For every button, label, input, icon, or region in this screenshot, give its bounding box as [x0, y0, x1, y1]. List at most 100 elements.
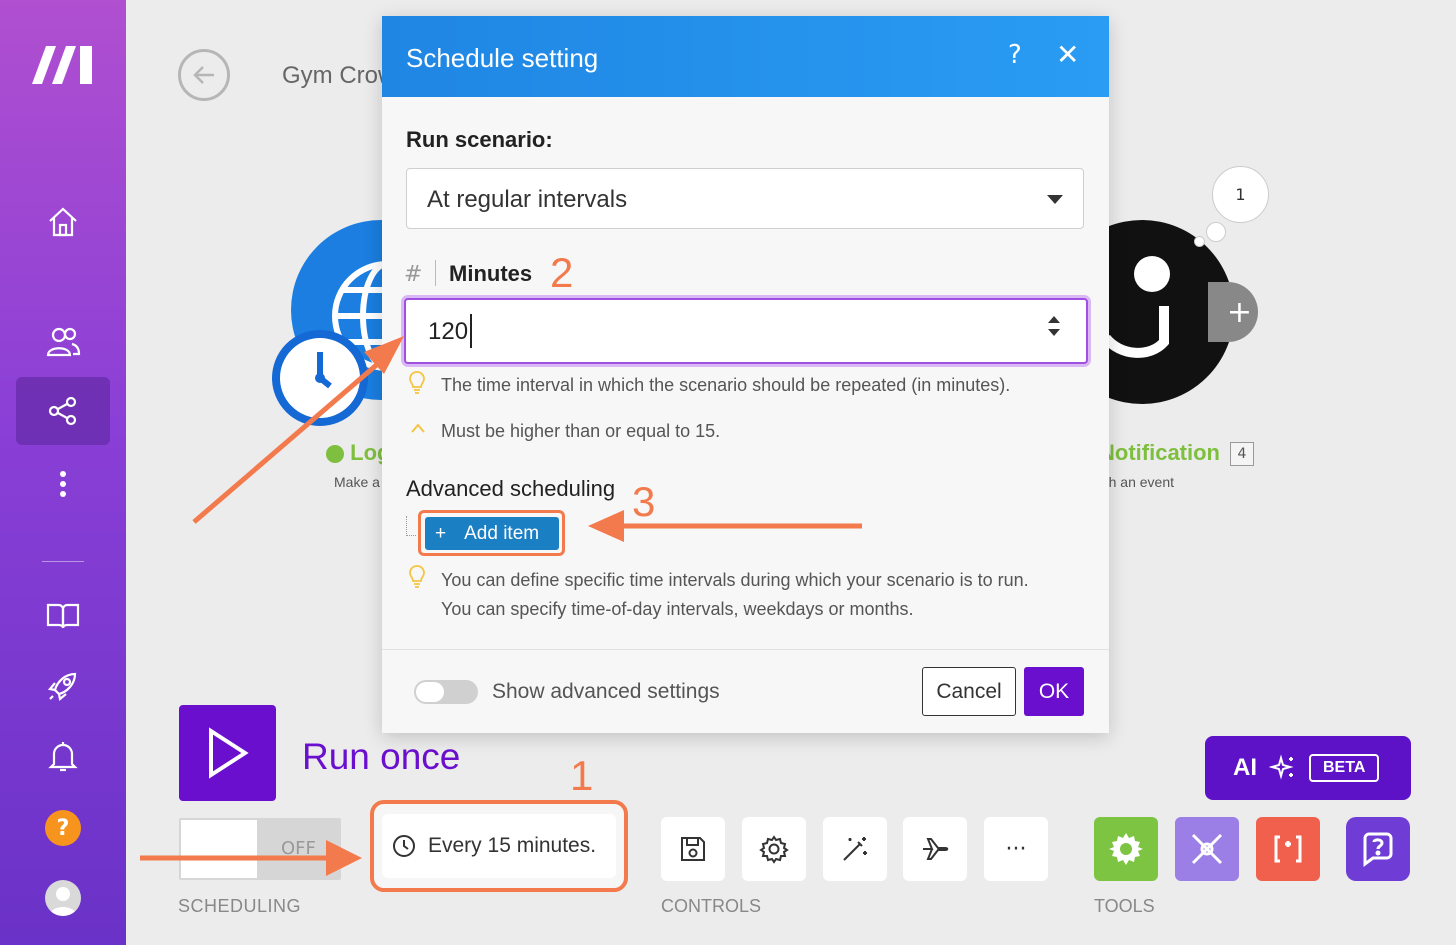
beta-badge: BETA — [1309, 754, 1380, 782]
cancel-button[interactable]: Cancel — [922, 667, 1016, 716]
chevron-down-icon — [1047, 195, 1063, 204]
add-item-button[interactable]: + Add item — [425, 517, 559, 550]
scheduling-toggle[interactable]: OFF — [179, 818, 341, 880]
arrow-left-icon — [193, 66, 214, 84]
thought-bubble-count[interactable]: 1 — [1212, 166, 1269, 223]
annotation-number-2: 2 — [550, 249, 574, 296]
ai-assistant-button[interactable]: AI BETA — [1205, 736, 1411, 800]
sparkle-icon — [1269, 754, 1294, 780]
advanced-settings-toggle[interactable] — [414, 680, 478, 704]
dialog-close-button[interactable]: ✕ — [1056, 38, 1079, 71]
chevron-up-icon — [411, 423, 425, 433]
sidebar-item-more[interactable] — [16, 450, 110, 518]
module-right-label: Notification — [1108, 440, 1220, 465]
ai-label: AI — [1233, 754, 1257, 781]
toggle-knob — [181, 820, 257, 878]
share-icon — [48, 396, 77, 426]
minutes-value: 120 — [428, 318, 469, 345]
schedule-button[interactable]: Every 15 minutes. — [382, 814, 616, 878]
lightbulb-icon — [409, 565, 425, 588]
define-hint-line-1: You can define specific time intervals d… — [441, 570, 1029, 590]
stepper-up-icon[interactable] — [1048, 316, 1060, 323]
tree-connector — [406, 516, 416, 536]
number-type-icon: # — [404, 262, 423, 287]
interval-hint: The time interval in which the scenario … — [441, 375, 1011, 395]
advanced-scheduling-label: Advanced scheduling — [406, 476, 616, 501]
play-icon — [208, 727, 249, 779]
make-logo-icon[interactable] — [32, 40, 96, 88]
clock-icon[interactable] — [272, 330, 368, 426]
run-scenario-value: At regular intervals — [427, 186, 628, 213]
run-once-button[interactable] — [179, 705, 276, 801]
magic-wand-icon — [843, 837, 867, 861]
more-button[interactable]: ··· — [984, 817, 1048, 881]
gear-icon — [1109, 833, 1143, 865]
airplane-icon — [923, 838, 949, 860]
module-right-subtitle: Watch an event — [1104, 474, 1174, 490]
schedule-text: Every 15 minutes. — [428, 834, 597, 857]
tools-caption: TOOLS — [1094, 896, 1155, 916]
save-button[interactable] — [661, 817, 725, 881]
user-avatar-icon — [49, 887, 77, 916]
toggle-state-label: OFF — [281, 838, 316, 859]
schedule-setting-dialog: Schedule setting ? ✕ Run scenario: At re… — [382, 16, 1109, 733]
sidebar-item-docs[interactable] — [16, 582, 110, 650]
module-left-subtitle: Make a — [334, 474, 380, 490]
run-scenario-select[interactable]: At regular intervals — [406, 168, 1084, 229]
back-button[interactable] — [178, 49, 230, 101]
add-item-highlight: + Add item — [418, 510, 565, 556]
sidebar-item-scenarios[interactable] — [16, 377, 110, 445]
book-icon — [46, 603, 80, 629]
rocket-icon — [47, 672, 77, 702]
dialog-title: Schedule setting — [406, 43, 599, 73]
page-title: Gym Crow — [282, 62, 382, 89]
plus-icon: + — [435, 522, 447, 544]
minutes-label: Minutes — [449, 261, 533, 286]
sidebar-item-notifications[interactable] — [16, 722, 110, 790]
check-icon — [326, 445, 344, 464]
thought-bubble-dot — [1206, 222, 1226, 242]
run-scenario-label: Run scenario: — [406, 127, 553, 152]
run-once-label[interactable]: Run once — [302, 736, 460, 778]
users-icon — [46, 327, 81, 357]
magic-wand-button[interactable] — [823, 817, 887, 881]
thought-bubble-dot — [1194, 236, 1205, 247]
tools-json-button[interactable] — [1256, 817, 1320, 881]
sidebar-item-home[interactable] — [16, 188, 110, 256]
dialog-header: Schedule setting ? ✕ — [382, 16, 1109, 97]
add-item-label: Add item — [464, 522, 540, 544]
clock-icon — [393, 835, 415, 857]
bell-icon — [48, 742, 78, 772]
more-vertical-icon — [60, 471, 66, 497]
ok-button[interactable]: OK — [1024, 667, 1084, 716]
tools-settings-button[interactable] — [1094, 817, 1158, 881]
help-button[interactable]: ? — [45, 810, 81, 846]
settings-button[interactable] — [742, 817, 806, 881]
module-right-count-badge: 4 — [1230, 442, 1254, 466]
chat-question-icon — [1363, 832, 1393, 867]
sidebar-item-launch[interactable] — [16, 652, 110, 720]
dialog-footer-divider — [382, 649, 1109, 650]
minutes-stepper[interactable] — [1048, 316, 1060, 336]
flow-control-button[interactable] — [903, 817, 967, 881]
advanced-settings-label[interactable]: Show advanced settings — [492, 680, 720, 704]
toggle-knob — [416, 682, 444, 702]
module-left-title: Log — [326, 440, 390, 466]
stepper-down-icon[interactable] — [1048, 329, 1060, 336]
tools-utilities-button[interactable] — [1175, 817, 1239, 881]
define-hint-line-2: You can specify time-of-day intervals, w… — [441, 599, 914, 619]
controls-caption: CONTROLS — [661, 896, 762, 916]
text-cursor — [470, 314, 472, 348]
tools-icon — [1191, 833, 1223, 865]
minutes-input[interactable]: 120 — [404, 298, 1088, 364]
sidebar-item-users[interactable] — [16, 308, 110, 376]
annotation-number-3: 3 — [632, 478, 656, 525]
tools-text-parser-button[interactable] — [1346, 817, 1410, 881]
avatar[interactable] — [45, 880, 81, 916]
lightbulb-icon — [409, 371, 425, 394]
json-bracket-icon — [1274, 835, 1302, 863]
minimum-hint: Must be higher than or equal to 15. — [441, 421, 721, 441]
add-module-button[interactable]: + — [1208, 282, 1258, 342]
scheduling-caption: SCHEDULING — [178, 896, 302, 916]
dialog-help-button[interactable]: ? — [1008, 40, 1022, 70]
